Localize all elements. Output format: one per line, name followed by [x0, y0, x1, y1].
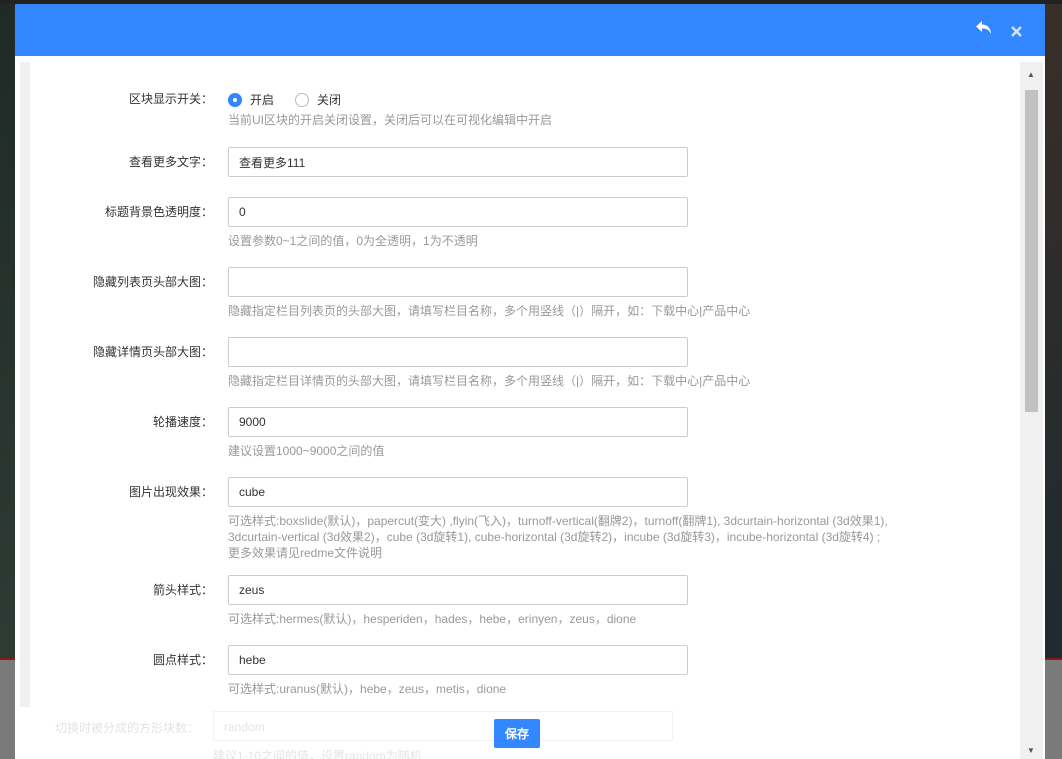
faded-field-input: random	[213, 711, 673, 741]
reply-icon[interactable]	[975, 20, 993, 41]
field-label: 箭头样式：	[152, 583, 213, 597]
field-label: 区块显示开关：	[128, 92, 213, 106]
scrollbar-thumb[interactable]	[1025, 90, 1038, 412]
field-hint: 可选样式:boxslide(默认)，papercut(变大) ,flyin(飞入…	[228, 514, 888, 560]
close-icon[interactable]	[1010, 22, 1023, 43]
scrollbar[interactable]: ▲ ▼	[1020, 62, 1043, 759]
hide-detail-banner-input[interactable]	[228, 337, 688, 367]
radio-on[interactable]: 开启	[228, 91, 274, 108]
faded-field-label: 切换时被分成的方形块数：	[55, 721, 200, 735]
dot-style-input[interactable]	[228, 645, 688, 675]
more-text-input[interactable]	[228, 147, 688, 177]
effect-input[interactable]	[228, 477, 688, 507]
speed-input[interactable]	[228, 407, 688, 437]
faded-field-hint: 建议1-10之间的值，设置random为随机	[213, 749, 422, 759]
field-label: 图片出现效果：	[128, 485, 213, 499]
field-label: 隐藏详情页头部大图：	[92, 345, 213, 359]
radio-label: 开启	[250, 93, 275, 107]
modal-header	[15, 4, 1045, 56]
field-label: 查看更多文字：	[128, 155, 213, 169]
radio-off[interactable]: 关闭	[295, 91, 341, 108]
field-hint: 当前UI区块的开启关闭设置，关闭后可以在可视化编辑中开启	[228, 113, 553, 127]
field-hint: 可选样式:hermes(默认)，hesperiden，hades，hebe，er…	[228, 612, 637, 626]
field-hint: 可选样式:uranus(默认)，hebe，zeus，metis，dione	[228, 682, 507, 696]
hide-list-banner-input[interactable]	[228, 267, 688, 297]
save-button[interactable]: 保存	[494, 719, 540, 748]
field-hint: 隐藏指定栏目列表页的头部大图，请填写栏目名称，多个用竖线（|）隔开，如：下载中心…	[228, 304, 751, 318]
radio-checked-icon	[228, 92, 242, 107]
settings-modal: 区块显示开关： 开启 关闭 当前UI区块的开启关闭设置，关闭后可以在可视化编辑中…	[15, 4, 1045, 759]
scroll-down-icon[interactable]: ▼	[1027, 746, 1035, 755]
radio-unchecked-icon	[295, 92, 309, 107]
field-hint: 隐藏指定栏目详情页的头部大图，请填写栏目名称，多个用竖线（|）隔开，如：下载中心…	[228, 374, 751, 388]
faded-field-value: random	[224, 720, 265, 734]
field-label: 隐藏列表页头部大图：	[92, 275, 213, 289]
arrow-style-input[interactable]	[228, 575, 688, 605]
opacity-input[interactable]	[228, 197, 688, 227]
field-label: 圆点样式：	[152, 653, 213, 667]
form-frame: 区块显示开关： 开启 关闭 当前UI区块的开启关闭设置，关闭后可以在可视化编辑中…	[20, 62, 1013, 707]
modal-footer: 切换时被分成的方形块数： random 建议1-10之间的值，设置random为…	[15, 707, 1020, 759]
field-hint: 设置参数0~1之间的值，0为全透明，1为不透明	[228, 234, 478, 248]
field-hint: 建议设置1000~9000之间的值	[228, 444, 385, 458]
scroll-up-icon[interactable]: ▲	[1027, 70, 1035, 79]
field-label: 轮播速度：	[152, 415, 213, 429]
field-label: 标题背景色透明度：	[104, 205, 213, 219]
form-content: 区块显示开关： 开启 关闭 当前UI区块的开启关闭设置，关闭后可以在可视化编辑中…	[30, 62, 1013, 707]
radio-label: 关闭	[317, 93, 342, 107]
